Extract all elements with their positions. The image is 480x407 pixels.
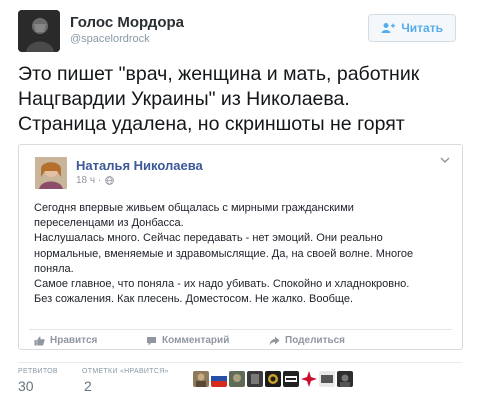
- fb-post-body: Сегодня впервые живьем общалась с мирным…: [34, 201, 454, 307]
- likes-label: ОТМЕТКИ «НРАВИТСЯ»: [82, 368, 169, 375]
- add-user-icon: [381, 23, 396, 33]
- fb-body-line: нормальные, вменяемые и здравомыслящие. …: [34, 247, 414, 260]
- fb-post-time: 18 ч ·: [76, 175, 102, 186]
- fb-body-line: Самое главное, что поняла - их надо убив…: [34, 278, 410, 291]
- tweet-header: Голос Мордора @spacelordrock Читать: [18, 10, 468, 52]
- comment-icon: [147, 336, 156, 345]
- fb-author-name: Наталья Николаева: [76, 158, 203, 173]
- share-icon: [269, 336, 280, 345]
- liker-avatar[interactable]: [337, 371, 353, 387]
- fb-body-line: поняла.: [34, 262, 74, 275]
- chevron-down-icon: [440, 157, 450, 163]
- liker-avatar[interactable]: [193, 371, 209, 387]
- author-avatar[interactable]: [18, 10, 60, 52]
- likes-count[interactable]: 2: [84, 378, 92, 394]
- author-handle[interactable]: @spacelordrock: [70, 33, 150, 45]
- fb-like-action: Нравится: [34, 335, 97, 346]
- fb-body-line: Сегодня впервые живьем общалась с мирным…: [34, 202, 354, 214]
- retweets-count[interactable]: 30: [18, 378, 34, 394]
- liker-avatars: [193, 371, 353, 387]
- stats-divider: [18, 362, 462, 363]
- fb-body-line: Наслушалась много. Сейчас передавать - н…: [34, 232, 383, 245]
- liker-avatar[interactable]: [283, 371, 299, 387]
- follow-button[interactable]: Читать: [368, 14, 456, 42]
- tweet-text-line: Нацгвардии Украины" из Николаева.: [18, 88, 350, 110]
- fb-body-line: Без сожаления. Как плесень. Доместосом. …: [34, 293, 354, 306]
- fb-post-meta: 18 ч ·: [76, 175, 115, 186]
- retweets-label: РЕТВИТОВ: [18, 368, 58, 375]
- fb-comment-action: Комментарий: [146, 335, 229, 346]
- fb-like-label: Нравится: [50, 335, 98, 346]
- fb-body-line: переселенцами из Донбасса.: [34, 217, 184, 230]
- fb-comment-label: Комментарий: [162, 335, 230, 346]
- facebook-post-screenshot[interactable]: Наталья Николаева 18 ч · Сегодня впервые…: [18, 144, 463, 350]
- author-name[interactable]: Голос Мордора: [70, 14, 184, 31]
- tweet-text-line: Страница удалена, но скриншоты не горят: [18, 113, 405, 135]
- liker-avatar[interactable]: [229, 371, 245, 387]
- liker-avatar[interactable]: [319, 371, 335, 387]
- follow-button-label: Читать: [401, 21, 443, 35]
- tweet-text-line: Это пишет "врач, женщина и мать, работни…: [18, 63, 420, 85]
- thumbs-up-icon: [34, 336, 45, 345]
- globe-icon: [105, 176, 115, 185]
- liker-avatar[interactable]: [247, 371, 263, 387]
- liker-avatar[interactable]: [301, 371, 317, 387]
- fb-author-avatar: [35, 157, 67, 189]
- liker-avatar[interactable]: [211, 371, 227, 387]
- fb-action-bar: Нравится Комментарий Поделиться: [34, 335, 454, 349]
- liker-avatar[interactable]: [265, 371, 281, 387]
- fb-divider: [29, 329, 452, 330]
- fb-share-label: Поделиться: [285, 335, 346, 346]
- fb-share-action: Поделиться: [269, 335, 345, 346]
- tweet-text: Это пишет "врач, женщина и мать, работни…: [18, 62, 468, 137]
